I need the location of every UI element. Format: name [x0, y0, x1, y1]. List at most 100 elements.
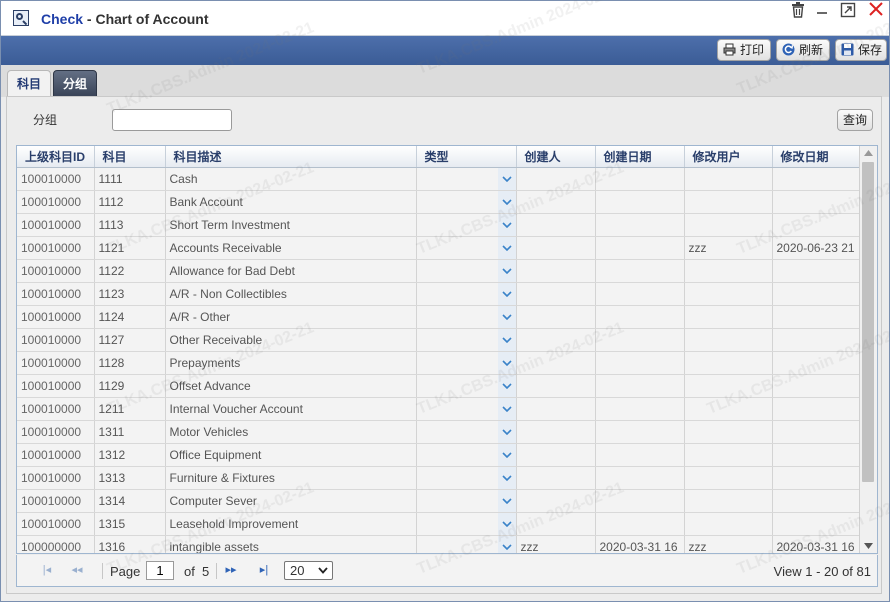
print-button[interactable]: 打印: [717, 39, 771, 61]
chevron-down-icon[interactable]: [497, 214, 515, 236]
chevron-down-icon[interactable]: [497, 444, 515, 466]
created-by-cell[interactable]: [516, 397, 596, 421]
account-description-cell[interactable]: Offset Advance: [165, 374, 417, 398]
table-row[interactable]: 100010000 1122 Allowance for Bad Debt: [17, 259, 861, 283]
account-description-cell[interactable]: Short Term Investment: [165, 213, 417, 237]
column-header[interactable]: 上级科目ID: [17, 146, 95, 168]
parent-account-id-cell[interactable]: 100010000: [17, 328, 95, 352]
close-icon[interactable]: [867, 1, 885, 19]
scroll-down-icon[interactable]: [860, 539, 877, 553]
created-date-cell[interactable]: [595, 512, 685, 536]
chevron-down-icon[interactable]: [497, 306, 515, 328]
account-description-cell[interactable]: Other Receivable: [165, 328, 417, 352]
parent-account-id-cell[interactable]: 100010000: [17, 259, 95, 283]
type-cell[interactable]: [416, 259, 517, 283]
account-description-cell[interactable]: Computer Sever: [165, 489, 417, 513]
created-date-cell[interactable]: [595, 328, 685, 352]
table-row[interactable]: 100010000 1124 A/R - Other: [17, 305, 861, 329]
next-page-icon[interactable]: ▸▸: [224, 564, 238, 576]
account-description-cell[interactable]: Internal Voucher Account: [165, 397, 417, 421]
type-cell[interactable]: [416, 328, 517, 352]
account-code-cell[interactable]: 1113: [94, 213, 166, 237]
table-row[interactable]: 100010000 1314 Computer Sever: [17, 489, 861, 513]
scroll-up-icon[interactable]: [860, 146, 877, 160]
chevron-down-icon[interactable]: [497, 421, 515, 443]
modified-date-cell[interactable]: 2020-03-31 16: [772, 535, 861, 553]
account-code-cell[interactable]: 1127: [94, 328, 166, 352]
parent-account-id-cell[interactable]: 100000000: [17, 535, 95, 553]
table-row[interactable]: 100010000 1112 Bank Account: [17, 190, 861, 214]
created-by-cell[interactable]: [516, 420, 596, 444]
account-code-cell[interactable]: 1122: [94, 259, 166, 283]
modified-date-cell[interactable]: [772, 420, 861, 444]
created-date-cell[interactable]: [595, 466, 685, 490]
type-cell[interactable]: [416, 535, 517, 553]
account-description-cell[interactable]: A/R - Other: [165, 305, 417, 329]
column-header[interactable]: 修改日期: [772, 146, 861, 168]
created-by-cell[interactable]: [516, 282, 596, 306]
account-description-cell[interactable]: Motor Vehicles: [165, 420, 417, 444]
modified-date-cell[interactable]: [772, 213, 861, 237]
created-date-cell[interactable]: [595, 443, 685, 467]
modified-by-cell[interactable]: [684, 328, 773, 352]
created-by-cell[interactable]: [516, 443, 596, 467]
parent-account-id-cell[interactable]: 100010000: [17, 443, 95, 467]
created-date-cell[interactable]: [595, 305, 685, 329]
account-description-cell[interactable]: Leasehold Improvement: [165, 512, 417, 536]
refresh-button[interactable]: 刷新: [776, 39, 830, 61]
column-header[interactable]: 科目: [94, 146, 166, 168]
prev-page-icon[interactable]: ◂◂: [70, 564, 84, 576]
modified-date-cell[interactable]: [772, 259, 861, 283]
created-by-cell[interactable]: [516, 305, 596, 329]
tab-accounts[interactable]: 科目: [7, 70, 51, 97]
modified-by-cell[interactable]: zzz: [684, 535, 773, 553]
type-cell[interactable]: [416, 374, 517, 398]
table-row[interactable]: 100010000 1127 Other Receivable: [17, 328, 861, 352]
modified-by-cell[interactable]: [684, 443, 773, 467]
created-by-cell[interactable]: [516, 351, 596, 375]
table-row[interactable]: 100010000 1113 Short Term Investment: [17, 213, 861, 237]
type-cell[interactable]: [416, 282, 517, 306]
modified-date-cell[interactable]: [772, 305, 861, 329]
column-header[interactable]: 创建日期: [595, 146, 685, 168]
modified-by-cell[interactable]: [684, 190, 773, 214]
chevron-down-icon[interactable]: [497, 467, 515, 489]
maximize-icon[interactable]: [839, 1, 857, 19]
modified-by-cell[interactable]: [684, 420, 773, 444]
account-code-cell[interactable]: 1313: [94, 466, 166, 490]
table-row[interactable]: 100010000 1311 Motor Vehicles: [17, 420, 861, 444]
modified-date-cell[interactable]: [772, 328, 861, 352]
chevron-down-icon[interactable]: [497, 191, 515, 213]
chevron-down-icon[interactable]: [497, 168, 515, 190]
type-cell[interactable]: [416, 190, 517, 214]
created-date-cell[interactable]: [595, 259, 685, 283]
account-code-cell[interactable]: 1315: [94, 512, 166, 536]
account-code-cell[interactable]: 1311: [94, 420, 166, 444]
chevron-down-icon[interactable]: [497, 490, 515, 512]
created-by-cell[interactable]: [516, 259, 596, 283]
modified-date-cell[interactable]: [772, 397, 861, 421]
account-description-cell[interactable]: Furniture & Fixtures: [165, 466, 417, 490]
created-date-cell[interactable]: [595, 420, 685, 444]
created-by-cell[interactable]: [516, 512, 596, 536]
first-page-icon[interactable]: |◂: [40, 564, 54, 576]
account-description-cell[interactable]: Cash: [165, 167, 417, 191]
parent-account-id-cell[interactable]: 100010000: [17, 397, 95, 421]
table-row[interactable]: 100010000 1123 A/R - Non Collectibles: [17, 282, 861, 306]
chevron-down-icon[interactable]: [497, 536, 515, 553]
account-description-cell[interactable]: Office Equipment: [165, 443, 417, 467]
scroll-thumb[interactable]: [862, 162, 874, 482]
account-code-cell[interactable]: 1128: [94, 351, 166, 375]
created-date-cell[interactable]: [595, 167, 685, 191]
modified-by-cell[interactable]: zzz: [684, 236, 773, 260]
created-date-cell[interactable]: [595, 282, 685, 306]
type-cell[interactable]: [416, 167, 517, 191]
created-by-cell[interactable]: [516, 374, 596, 398]
modified-by-cell[interactable]: [684, 466, 773, 490]
chevron-down-icon[interactable]: [497, 398, 515, 420]
type-cell[interactable]: [416, 351, 517, 375]
type-cell[interactable]: [416, 443, 517, 467]
account-code-cell[interactable]: 1312: [94, 443, 166, 467]
modified-date-cell[interactable]: [772, 443, 861, 467]
page-size-select[interactable]: 20: [284, 561, 333, 580]
